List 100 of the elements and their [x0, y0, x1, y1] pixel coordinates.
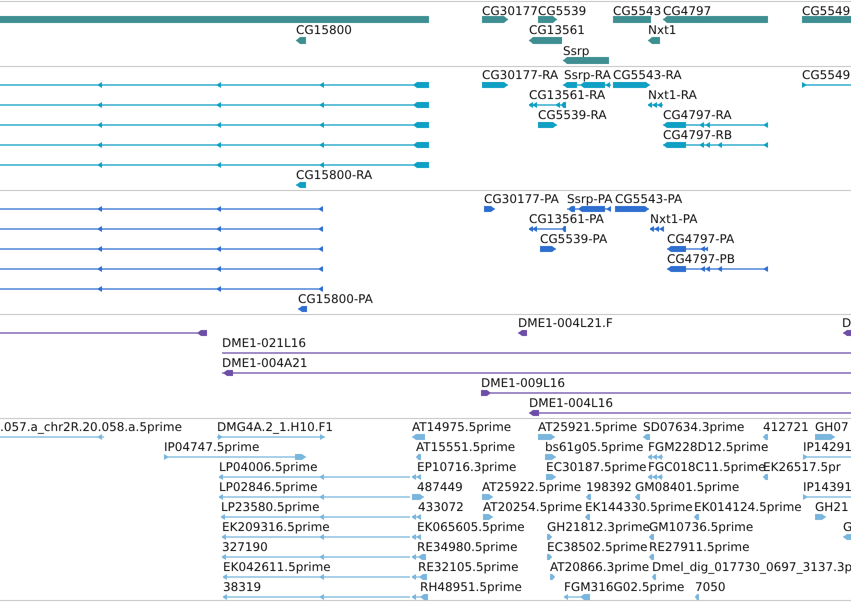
est-glyph: [585, 514, 590, 520]
est-label: DMG4A.2_1.H10.F1: [217, 420, 334, 434]
est-glyph: [546, 474, 556, 480]
cds-label: Nxt1-PA: [650, 212, 698, 226]
est-label: 412721: [763, 420, 809, 434]
est-label: 433072: [418, 500, 464, 514]
est-label: bs61g05.5prime: [545, 440, 644, 454]
est-glyph: [412, 554, 426, 560]
gene-label: CG13561: [529, 23, 585, 37]
cds-glyph: [529, 226, 566, 232]
gene-label: Ssrp: [563, 44, 590, 58]
est-label: FGC018C11.5prime: [648, 460, 766, 474]
gene-label: CG5543: [613, 4, 662, 18]
est-glyph: [564, 594, 590, 600]
gene-glyph: [648, 36, 660, 44]
est-label: EK144330.5prime: [585, 500, 693, 514]
transcript-glyph: [296, 182, 306, 188]
est-glyph: [483, 514, 493, 520]
gene-glyph: [529, 36, 562, 44]
est-glyph: [815, 434, 835, 440]
est-label: IP14291: [803, 440, 851, 454]
gene-label: CG15800: [296, 23, 352, 37]
transcript-label: CG4797-RA: [663, 108, 732, 122]
est-label: EK042611.5prime: [223, 560, 331, 574]
cds-label: CG5539-PA: [540, 232, 608, 246]
est-label: IP14391: [803, 480, 851, 494]
gene-label: CG5539: [538, 4, 586, 18]
est-label: GH21812.3prime: [547, 520, 650, 534]
transcript-label: CG13561-RA: [529, 88, 606, 102]
est-glyph: [547, 554, 552, 560]
clone-label: DME1-021L16: [222, 336, 306, 350]
transcript-label: Ssrp-RA: [564, 68, 611, 82]
transcript-label: CG5539-RA: [538, 108, 607, 122]
cds-label: CG4797-PB: [667, 252, 736, 266]
est-label: LP04006.5prime: [219, 460, 318, 474]
gene-label: Nxt1: [648, 23, 676, 37]
est-label: AT20254.5prime: [483, 500, 582, 514]
est-label: AT25922.5prime: [482, 480, 582, 494]
transcript-glyph: [529, 102, 566, 108]
est-label: 327190: [222, 540, 268, 554]
clone-label: DME1-004L21.F: [518, 316, 613, 330]
est-label: SD07634.3prime: [643, 420, 744, 434]
est-label: EC38502.5prime: [547, 540, 648, 554]
est-label: LP23580.5prime: [221, 500, 320, 514]
cds-glyph: [484, 206, 495, 212]
est-label: RE27911.5prime: [649, 540, 750, 554]
est-label: EK26517.5pr: [763, 460, 841, 474]
est-glyph: [412, 434, 425, 440]
est-glyph: [649, 534, 654, 540]
transcript-glyph: [648, 102, 663, 108]
est-label: RE34980.5prime: [417, 540, 518, 554]
transcript-glyph: [613, 82, 650, 88]
est-label: AT25921.5prime: [538, 420, 638, 434]
est-glyph: [412, 574, 427, 580]
est-glyph: [586, 494, 591, 500]
cds-glyph: [298, 306, 307, 312]
gene-label: CG4797: [663, 4, 712, 18]
est-label: EK209316.5prime: [222, 520, 330, 534]
transcript-glyph: [538, 122, 557, 128]
cds-label: CG15800-PA: [298, 292, 373, 306]
cds-label: CG13561-PA: [529, 212, 604, 226]
est-glyph: [635, 494, 640, 500]
est-label: FGM316G02.5prime: [564, 580, 684, 594]
gene-glyph: [613, 16, 651, 22]
cds-glyph: [615, 206, 649, 212]
est-glyph: [649, 554, 654, 560]
transcript-label: CG5543-RA: [613, 68, 682, 82]
transcript-label: Nxt1-RA: [648, 88, 697, 102]
est-glyph: [412, 534, 421, 540]
clone-glyph: [843, 330, 851, 336]
est-label: 487449: [417, 480, 463, 494]
transcript-glyph: [563, 82, 611, 88]
est-label: EK065605.5prime: [417, 520, 525, 534]
est-label: LP02846.5prime: [219, 480, 318, 494]
est-glyph: [545, 454, 556, 460]
transcript-glyph: [802, 82, 851, 88]
gene-glyph: [482, 16, 508, 22]
est-glyph: [412, 594, 428, 600]
est-glyph: [803, 494, 851, 500]
est-glyph: [815, 514, 826, 520]
transcript-label: CG5549: [802, 68, 850, 82]
est-label: FGM228D12.5prime: [648, 440, 768, 454]
est-glyph: [412, 514, 421, 520]
est-glyph: [843, 534, 851, 540]
est-glyph: [695, 594, 699, 600]
est-label: GM08401.5prime: [635, 480, 740, 494]
est-glyph: [482, 494, 493, 500]
transcript-label: CG30177-RA: [482, 68, 558, 82]
est-label: RH48951.5prime: [420, 580, 522, 594]
est-label: IP04747.5prime: [164, 440, 260, 454]
gene-label: CG30177: [482, 4, 538, 18]
est-label: AT14975.5prime: [412, 420, 512, 434]
est-label: 7050: [695, 580, 726, 594]
est-label: EP10716.3prime: [417, 460, 516, 474]
clone-label: DME1-009L16: [481, 376, 565, 390]
clone-label: DME1-004L16: [529, 396, 613, 410]
est-glyph: [538, 434, 555, 440]
est-glyph: [763, 474, 768, 480]
est-label: GH07: [815, 420, 849, 434]
gene-glyph: [802, 16, 851, 22]
